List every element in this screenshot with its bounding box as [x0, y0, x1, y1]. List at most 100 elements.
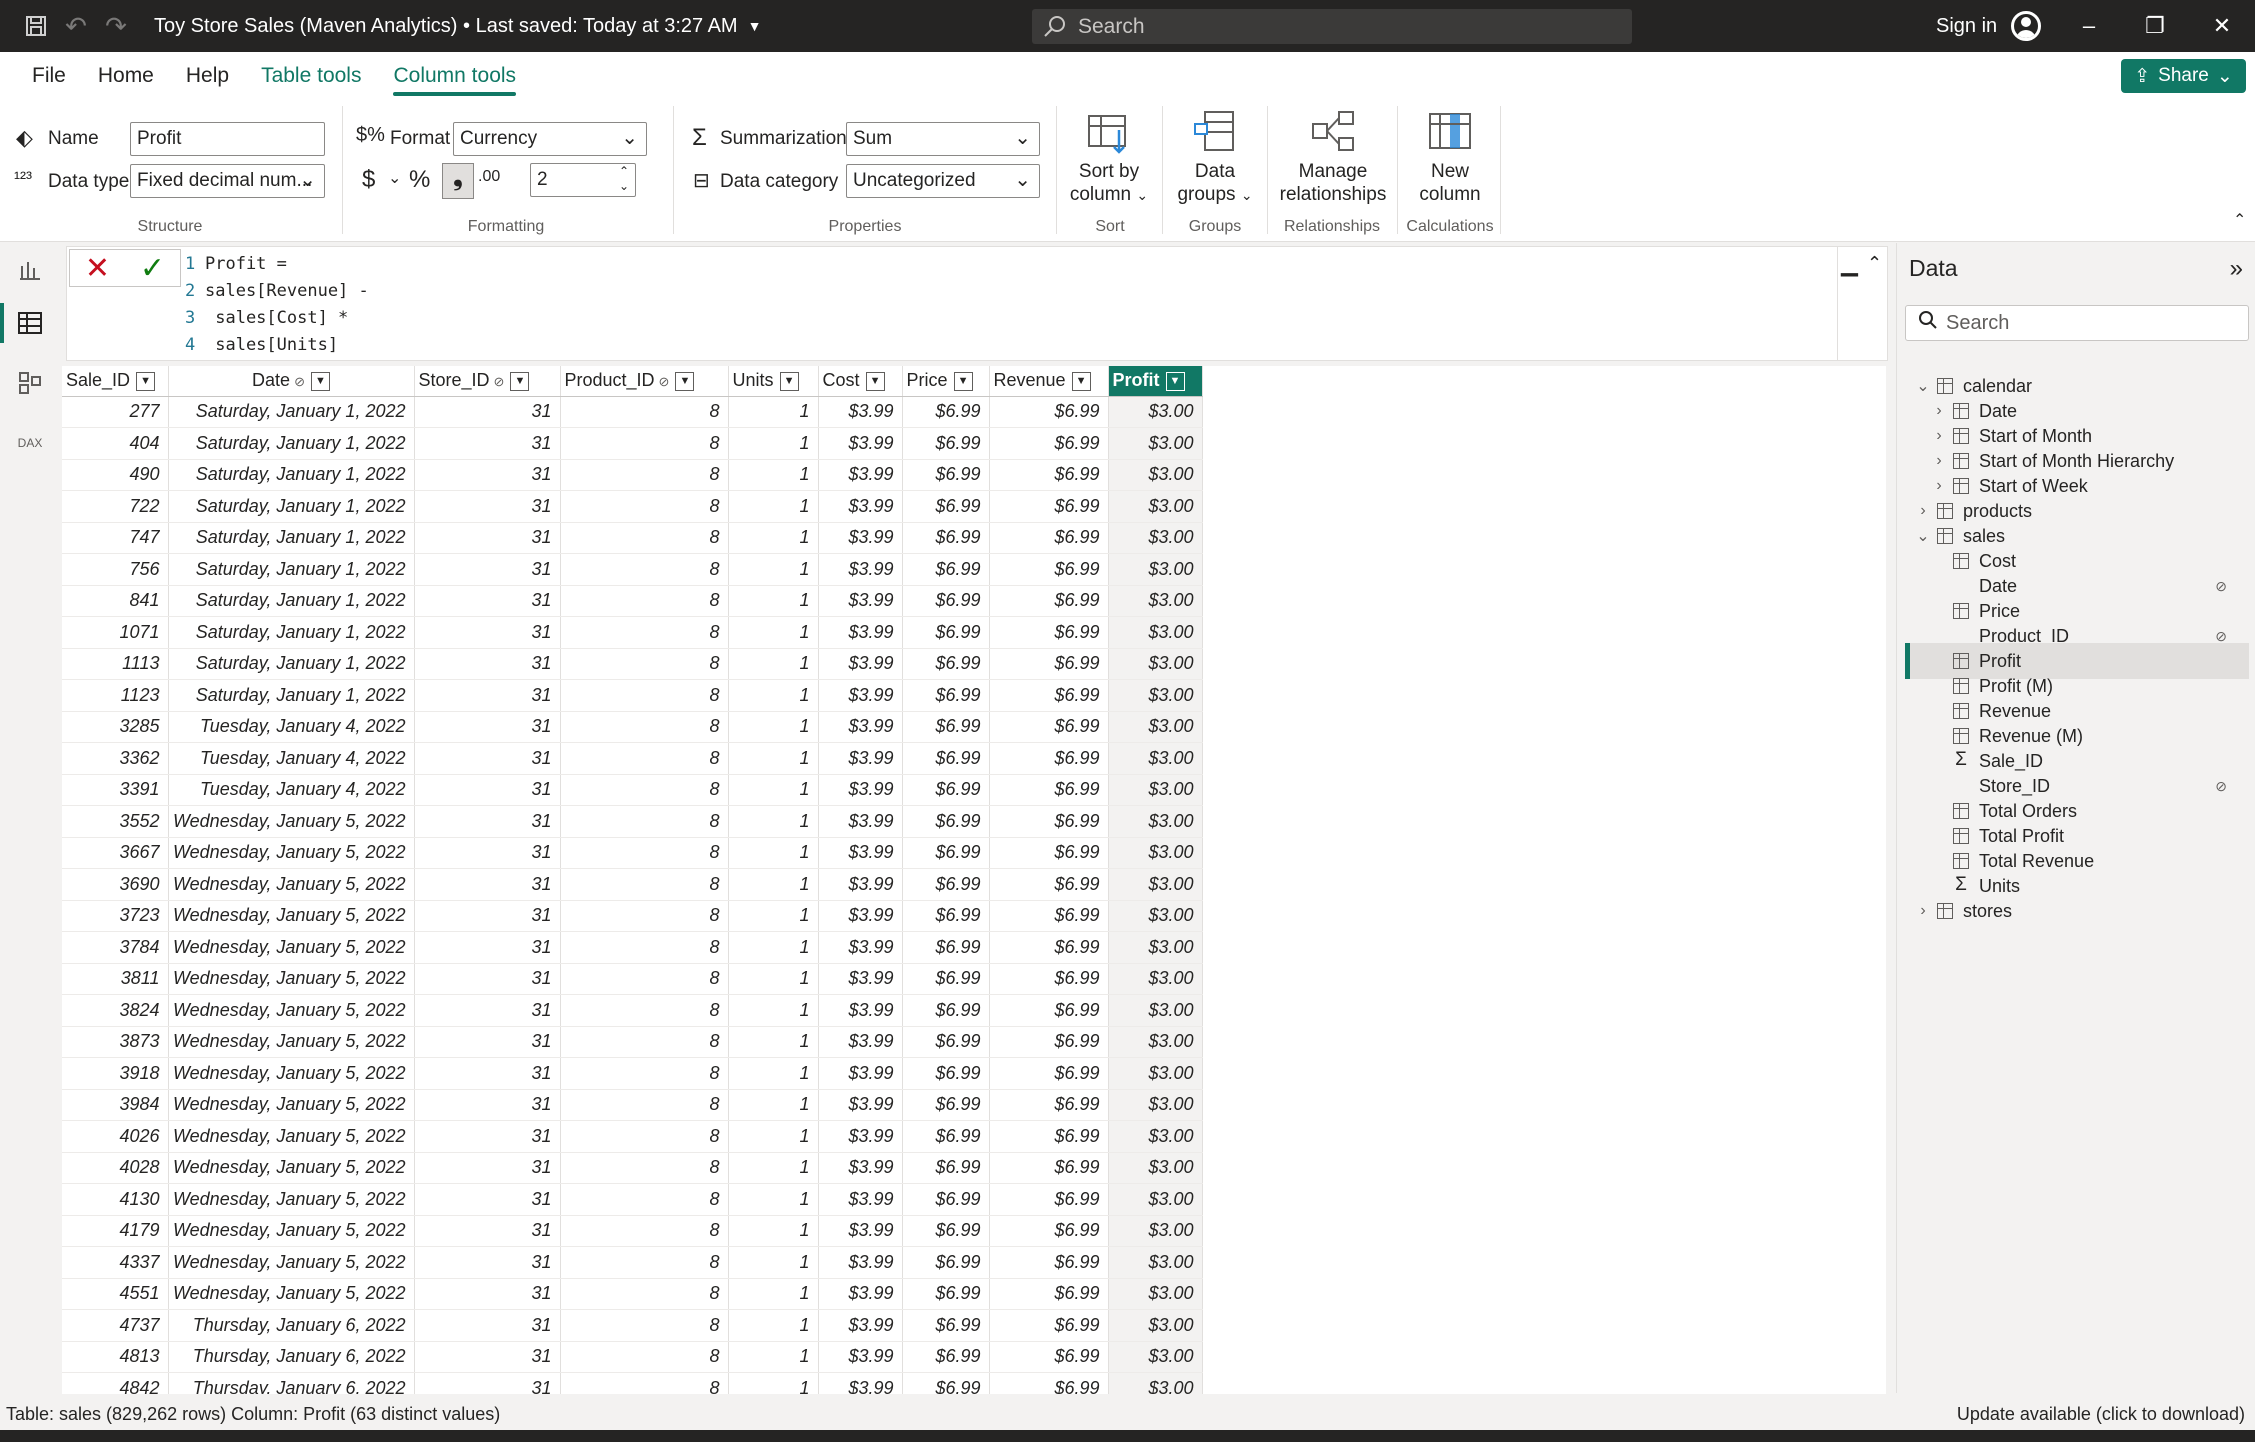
table-cell[interactable]: $3.99: [818, 963, 902, 995]
table-cell[interactable]: $3.99: [818, 1373, 902, 1395]
table-row[interactable]: 3984Wednesday, January 5, 20223181$3.99$…: [62, 1089, 1202, 1121]
table-cell[interactable]: $6.99: [989, 428, 1108, 460]
table-cell[interactable]: $6.99: [902, 869, 989, 901]
tab-help[interactable]: Help: [170, 52, 245, 100]
table-cell[interactable]: $3.99: [818, 428, 902, 460]
table-cell[interactable]: $3.99: [818, 680, 902, 712]
table-cell[interactable]: Wednesday, January 5, 2022: [168, 1152, 414, 1184]
table-row[interactable]: 756Saturday, January 1, 20223181$3.99$6.…: [62, 554, 1202, 586]
table-cell[interactable]: $6.99: [902, 1121, 989, 1153]
table-cell[interactable]: 841: [62, 585, 168, 617]
search-input[interactable]: Search: [1032, 9, 1632, 44]
table-cell[interactable]: $3.99: [818, 711, 902, 743]
table-cell[interactable]: $6.99: [989, 648, 1108, 680]
table-cell[interactable]: $6.99: [989, 1278, 1108, 1310]
table-cell[interactable]: 8: [560, 995, 728, 1027]
minimize-formula-icon[interactable]: ▁: [1841, 251, 1858, 277]
table-cell[interactable]: $6.99: [989, 837, 1108, 869]
table-cell[interactable]: 8: [560, 396, 728, 428]
table-cell[interactable]: Wednesday, January 5, 2022: [168, 963, 414, 995]
table-cell[interactable]: $6.99: [902, 680, 989, 712]
table-row[interactable]: 4813Thursday, January 6, 20223181$3.99$6…: [62, 1341, 1202, 1373]
table-cell[interactable]: $6.99: [989, 869, 1108, 901]
table-cell[interactable]: 1: [728, 1278, 818, 1310]
table-cell[interactable]: 31: [414, 1026, 560, 1058]
table-cell[interactable]: 3391: [62, 774, 168, 806]
table-cell[interactable]: $3.99: [818, 900, 902, 932]
table-cell[interactable]: $6.99: [989, 1058, 1108, 1090]
table-cell[interactable]: $6.99: [989, 1026, 1108, 1058]
table-cell[interactable]: $3.00: [1108, 1089, 1202, 1121]
table-cell[interactable]: 8: [560, 806, 728, 838]
table-cell[interactable]: 8: [560, 617, 728, 649]
table-cell[interactable]: $6.99: [902, 459, 989, 491]
table-cell[interactable]: $6.99: [989, 554, 1108, 586]
table-cell[interactable]: $6.99: [902, 1373, 989, 1395]
table-cell[interactable]: Saturday, January 1, 2022: [168, 617, 414, 649]
table-cell[interactable]: 31: [414, 1215, 560, 1247]
table-row[interactable]: 3784Wednesday, January 5, 20223181$3.99$…: [62, 932, 1202, 964]
table-cell[interactable]: 3690: [62, 869, 168, 901]
table-cell[interactable]: $6.99: [989, 932, 1108, 964]
table-cell[interactable]: $3.00: [1108, 1026, 1202, 1058]
collapse-ribbon-icon[interactable]: ⌃: [2233, 210, 2246, 230]
table-cell[interactable]: $6.99: [902, 1058, 989, 1090]
table-cell[interactable]: 31: [414, 554, 560, 586]
table-cell[interactable]: $3.00: [1108, 806, 1202, 838]
name-input[interactable]: Profit: [130, 122, 325, 156]
table-cell[interactable]: $6.99: [902, 428, 989, 460]
table-cell[interactable]: $3.00: [1108, 711, 1202, 743]
table-cell[interactable]: $3.00: [1108, 1310, 1202, 1342]
table-cell[interactable]: 8: [560, 1215, 728, 1247]
table-cell[interactable]: $3.00: [1108, 554, 1202, 586]
filter-dropdown-icon[interactable]: ▼: [780, 372, 799, 391]
table-cell[interactable]: $3.99: [818, 1026, 902, 1058]
table-cell[interactable]: $3.99: [818, 774, 902, 806]
tab-file[interactable]: File: [16, 52, 82, 100]
table-cell[interactable]: 31: [414, 1341, 560, 1373]
table-row[interactable]: 4026Wednesday, January 5, 20223181$3.99$…: [62, 1121, 1202, 1153]
table-cell[interactable]: 1: [728, 680, 818, 712]
table-cell[interactable]: Saturday, January 1, 2022: [168, 680, 414, 712]
table-cell[interactable]: $6.99: [902, 554, 989, 586]
table-row[interactable]: 3552Wednesday, January 5, 20223181$3.99$…: [62, 806, 1202, 838]
chevron-down-icon[interactable]: ⌄: [388, 168, 401, 188]
table-cell[interactable]: 1: [728, 711, 818, 743]
tree-item-stores[interactable]: ›stores: [1905, 893, 2249, 929]
table-cell[interactable]: Saturday, January 1, 2022: [168, 585, 414, 617]
table-cell[interactable]: 1: [728, 459, 818, 491]
table-cell[interactable]: 8: [560, 711, 728, 743]
table-cell[interactable]: Saturday, January 1, 2022: [168, 522, 414, 554]
table-cell[interactable]: 8: [560, 1341, 728, 1373]
table-cell[interactable]: $6.99: [989, 585, 1108, 617]
table-cell[interactable]: 4813: [62, 1341, 168, 1373]
table-cell[interactable]: 1: [728, 1026, 818, 1058]
table-cell[interactable]: 31: [414, 774, 560, 806]
table-cell[interactable]: $6.99: [989, 1373, 1108, 1395]
table-cell[interactable]: 31: [414, 900, 560, 932]
table-cell[interactable]: 8: [560, 1247, 728, 1279]
table-cell[interactable]: 8: [560, 1026, 728, 1058]
table-cell[interactable]: 1: [728, 1373, 818, 1395]
table-cell[interactable]: $6.99: [989, 963, 1108, 995]
table-cell[interactable]: 1: [728, 522, 818, 554]
table-row[interactable]: 277Saturday, January 1, 20223181$3.99$6.…: [62, 396, 1202, 428]
table-cell[interactable]: $3.00: [1108, 1184, 1202, 1216]
table-cell[interactable]: 8: [560, 900, 728, 932]
table-cell[interactable]: 1: [728, 774, 818, 806]
table-cell[interactable]: $6.99: [989, 1152, 1108, 1184]
table-cell[interactable]: $3.99: [818, 522, 902, 554]
table-cell[interactable]: 31: [414, 1058, 560, 1090]
table-cell[interactable]: 4551: [62, 1278, 168, 1310]
collapse-formula-icon[interactable]: ⌃: [1867, 253, 1882, 274]
table-cell[interactable]: 1: [728, 648, 818, 680]
table-cell[interactable]: 1: [728, 869, 818, 901]
table-cell[interactable]: Saturday, January 1, 2022: [168, 491, 414, 523]
table-cell[interactable]: $6.99: [902, 522, 989, 554]
commit-formula-icon[interactable]: ✓: [140, 251, 165, 286]
table-cell[interactable]: 8: [560, 1278, 728, 1310]
column-header-units[interactable]: Units▼: [728, 366, 818, 396]
table-cell[interactable]: 31: [414, 1310, 560, 1342]
table-cell[interactable]: Saturday, January 1, 2022: [168, 428, 414, 460]
model-view-icon[interactable]: [14, 367, 46, 399]
